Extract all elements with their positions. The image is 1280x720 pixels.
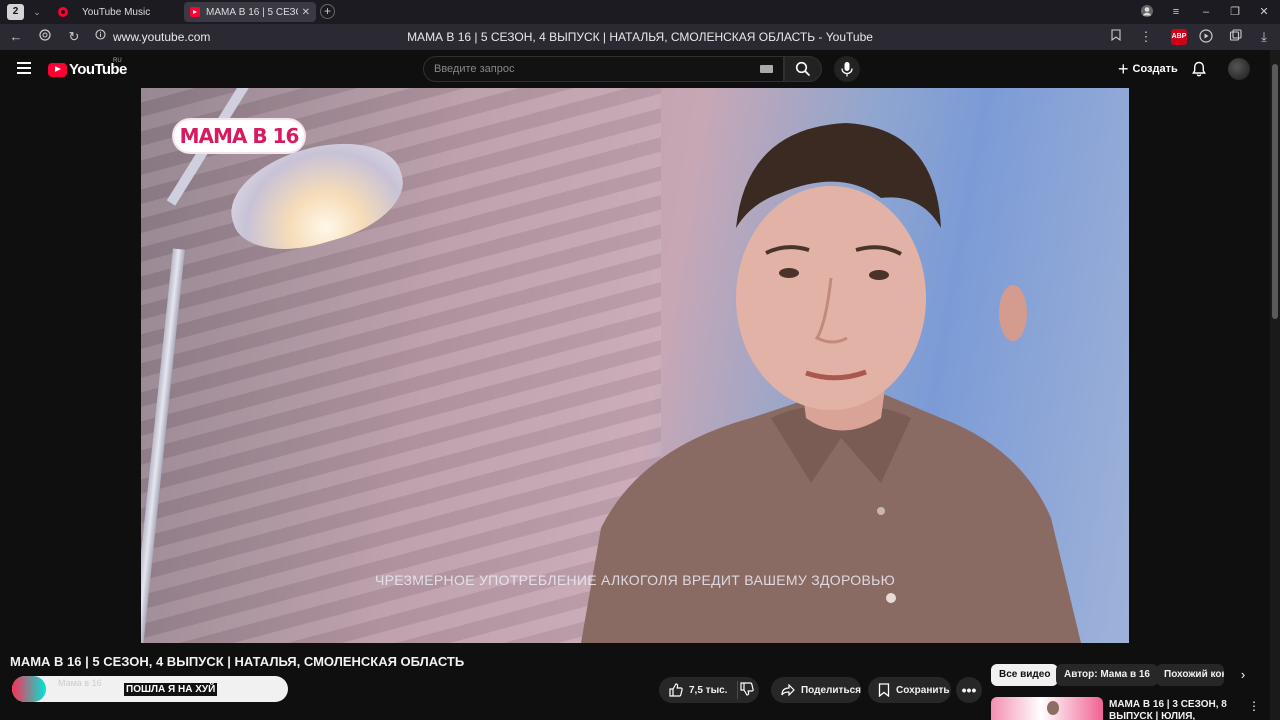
url-field[interactable]: www.youtube.com (113, 30, 210, 44)
tab-active-video[interactable]: МАМА В 16 | 5 СЕЗОН, 4 ВЫПУСК | НАТАЛЬЯ,… (184, 2, 316, 22)
scrollbar-thumb[interactable] (1272, 64, 1278, 319)
plus-icon: + (1118, 59, 1129, 79)
keyboard-icon[interactable] (760, 65, 773, 73)
thumbs-up-icon (669, 683, 683, 697)
youtube-icon (190, 7, 200, 17)
back-icon[interactable]: ← (8, 29, 24, 45)
recommendation-thumbnail[interactable] (991, 697, 1103, 720)
video-title: МАМА В 16 | 5 СЕЗОН, 4 ВЫПУСК | НАТАЛЬЯ,… (10, 654, 465, 669)
more-horizontal-icon: ••• (961, 682, 977, 698)
chevron-right-icon[interactable]: › (1230, 664, 1256, 686)
video-subtitle: ЧРЕЗМЕРНОЕ УПОТРЕБЛЕНИЕ АЛКОГОЛЯ ВРЕДИТ … (374, 572, 896, 588)
chip-author[interactable]: Автор: Мама в 16 (1056, 664, 1158, 686)
dislike-button[interactable] (740, 682, 754, 701)
bookmark-icon[interactable] (1108, 29, 1124, 45)
extensions-puzzle-icon[interactable] (1227, 29, 1243, 45)
youtube-logo[interactable]: YouTube RU (48, 58, 127, 78)
youtube-music-icon (58, 7, 68, 17)
share-label: Поделиться (800, 684, 861, 696)
chip-related[interactable]: Похожий контент (1156, 664, 1224, 686)
region-code: RU (113, 58, 122, 64)
channel-name: Мама в 16 (58, 678, 102, 688)
browser-tab-bar: 2 ⌄ YouTube Music МАМА В 16 | 5 СЕЗОН, 4… (0, 0, 1280, 24)
search-button[interactable] (784, 56, 822, 82)
save-button[interactable]: Сохранить (868, 677, 951, 703)
person-figure (581, 123, 1081, 643)
restore-icon[interactable]: ❐ (1225, 4, 1245, 20)
minimize-icon[interactable]: – (1196, 4, 1216, 20)
video-player[interactable]: МАМА В 16 ЧРЕЗМЕРНОЕ УПОТРЕБЛЕНИЕ АЛКОГО… (0, 88, 1270, 643)
create-button[interactable]: + Создать (1112, 57, 1184, 81)
show-logo: МАМА В 16 (174, 120, 304, 152)
account-avatar[interactable] (1228, 58, 1250, 80)
address-bar: ← ↻ www.youtube.com МАМА В 16 | 5 СЕЗОН,… (0, 24, 1280, 50)
save-label: Сохранить (896, 684, 950, 696)
site-info-icon[interactable] (92, 29, 108, 45)
page-scrollbar[interactable] (1270, 50, 1280, 720)
channel-avatar (12, 676, 46, 702)
voice-search-button[interactable] (834, 56, 860, 82)
video-frame[interactable]: МАМА В 16 ЧРЕЗМЕРНОЕ УПОТРЕБЛЕНИЕ АЛКОГО… (141, 88, 1129, 643)
divider (737, 681, 739, 699)
create-label: Создать (1132, 63, 1178, 75)
download-icon[interactable]: ⤓ (1256, 29, 1272, 45)
overlay-caption: ПОШЛА Я НА ХУЙ (124, 683, 218, 696)
youtube-header: YouTube RU + Создать (0, 50, 1270, 88)
close-tab-icon[interactable]: ✕ (302, 7, 310, 18)
share-button[interactable]: Поделиться (771, 677, 861, 703)
hamburger-menu-icon[interactable] (17, 62, 31, 74)
profile-icon[interactable] (1137, 4, 1157, 20)
browser-menu-icon[interactable]: ≡ (1166, 4, 1186, 20)
extensions-icon[interactable] (37, 29, 53, 45)
search-input[interactable] (424, 57, 783, 81)
tab-youtube-music[interactable]: YouTube Music (52, 2, 178, 22)
adblock-icon[interactable]: ABP (1171, 29, 1187, 45)
recommendation-title[interactable]: МАМА В 16 | 3 СЕЗОН, 8 ВЫПУСК | ЮЛИЯ, МО… (1109, 699, 1239, 720)
chevron-down-icon[interactable]: ⌄ (30, 4, 44, 20)
more-actions-button[interactable]: ••• (956, 677, 982, 703)
share-icon (781, 684, 795, 696)
thumbnail-face (1047, 701, 1059, 715)
search-icon (795, 61, 811, 77)
tab-count-badge[interactable]: 2 (7, 4, 24, 20)
new-tab-button[interactable]: + (320, 4, 335, 19)
close-window-icon[interactable]: ✕ (1254, 4, 1274, 20)
like-count: 7,5 тыс. (689, 684, 728, 696)
youtube-play-icon (48, 62, 67, 77)
reload-icon[interactable]: ↻ (66, 29, 82, 45)
search-box (423, 56, 784, 82)
media-extension-icon[interactable] (1198, 29, 1214, 45)
microphone-icon (841, 62, 853, 77)
chip-all-videos[interactable]: Все видео (991, 664, 1059, 686)
notifications-bell-icon[interactable] (1191, 61, 1207, 77)
save-playlist-icon (878, 683, 890, 697)
tab-label: МАМА В 16 | 5 СЕЗОН, 4 ВЫПУСК | НАТАЛЬЯ,… (206, 6, 298, 18)
channel-pill[interactable]: Мама в 16 ПОШЛА Я НА ХУЙ (12, 676, 288, 702)
more-vertical-icon[interactable]: ⋮ (1248, 699, 1260, 713)
thumbs-down-icon (740, 682, 754, 696)
more-vertical-icon[interactable]: ⋮ (1138, 29, 1154, 45)
tab-label: YouTube Music (82, 6, 151, 18)
